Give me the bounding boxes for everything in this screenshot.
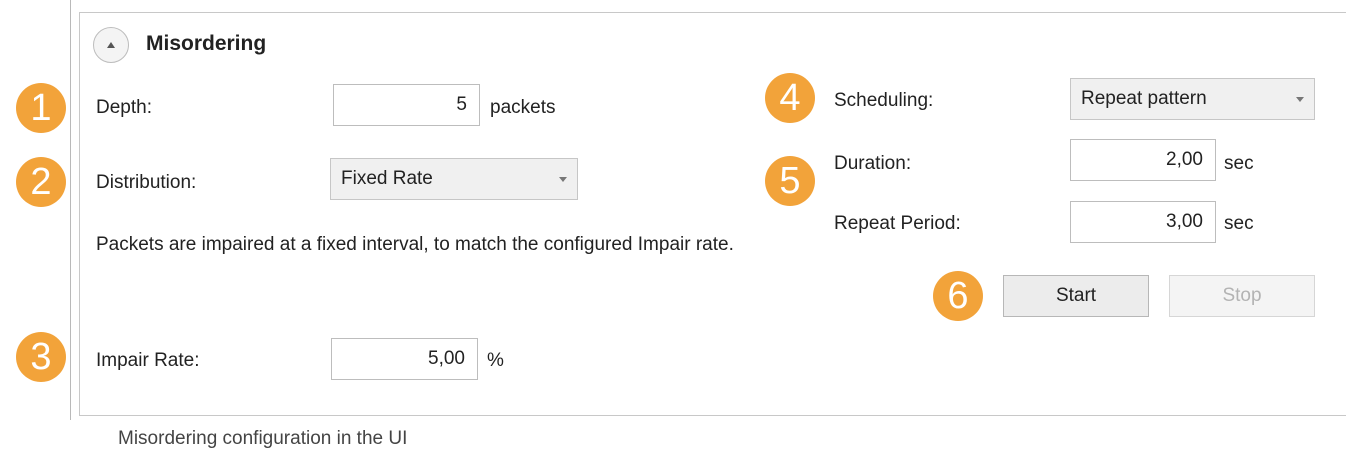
callout-badge-1: 1 — [16, 83, 66, 133]
duration-unit: sec — [1224, 153, 1254, 174]
callout-badge-5: 5 — [765, 156, 815, 206]
repeat-period-label: Repeat Period: — [834, 213, 961, 234]
depth-label: Depth: — [96, 97, 152, 118]
callout-badge-6: 6 — [933, 271, 983, 321]
distribution-selected-value: Fixed Rate — [341, 168, 433, 189]
scheduling-label: Scheduling: — [834, 90, 934, 111]
start-button[interactable]: Start — [1003, 275, 1149, 317]
callout-badge-2: 2 — [16, 157, 66, 207]
depth-input[interactable]: 5 — [333, 84, 480, 126]
depth-unit: packets — [490, 97, 556, 118]
impair-rate-input[interactable]: 5,00 — [331, 338, 478, 380]
scheduling-select[interactable]: Repeat pattern — [1070, 78, 1315, 120]
callout-badge-3: 3 — [16, 332, 66, 382]
stop-button[interactable]: Stop — [1169, 275, 1315, 317]
distribution-description: Packets are impaired at a fixed interval… — [96, 234, 734, 255]
chevron-down-icon — [559, 176, 567, 182]
chevron-up-icon — [107, 42, 115, 48]
section-title: Misordering — [146, 32, 267, 55]
scheduling-selected-value: Repeat pattern — [1081, 88, 1207, 109]
outer-border-line — [70, 0, 71, 420]
impair-rate-label: Impair Rate: — [96, 350, 200, 371]
repeat-period-unit: sec — [1224, 213, 1254, 234]
impair-rate-unit: % — [487, 350, 504, 371]
callout-badge-4: 4 — [765, 73, 815, 123]
collapse-button[interactable] — [93, 27, 129, 63]
distribution-select[interactable]: Fixed Rate — [330, 158, 578, 200]
distribution-label: Distribution: — [96, 172, 197, 193]
chevron-down-icon — [1296, 96, 1304, 102]
repeat-period-input[interactable]: 3,00 — [1070, 201, 1216, 243]
duration-input[interactable]: 2,00 — [1070, 139, 1216, 181]
duration-label: Duration: — [834, 153, 912, 174]
figure-caption: Misordering configuration in the UI — [118, 428, 408, 449]
